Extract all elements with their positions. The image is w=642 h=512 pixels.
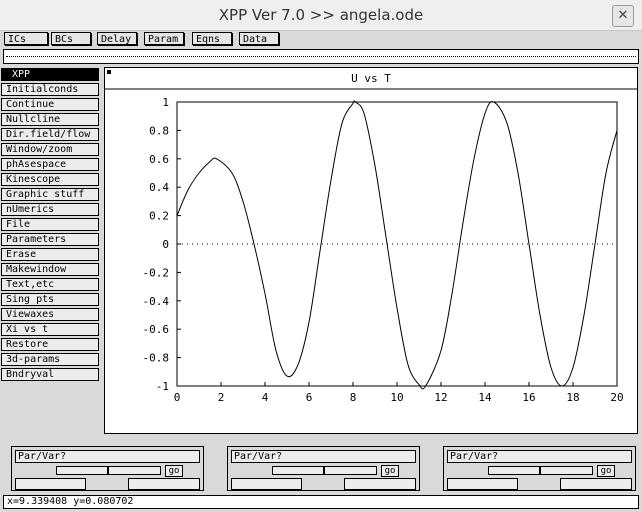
- y-tick-label: 0.8: [149, 124, 169, 137]
- slider-high-field[interactable]: [128, 478, 200, 490]
- command-input[interactable]: [3, 49, 639, 64]
- menu-item-graphic-stuff[interactable]: Graphic stuff: [1, 188, 99, 201]
- par-var-input[interactable]: Par/Var?: [15, 450, 200, 463]
- menu-item-bndryval[interactable]: Bndryval: [1, 368, 99, 381]
- x-tick-label: 2: [218, 391, 225, 404]
- series-line-u: [176, 100, 618, 390]
- menu-item-initialconds[interactable]: Initialconds: [1, 83, 99, 96]
- x-tick-label: 10: [390, 391, 403, 404]
- window-corner-marker: [107, 70, 111, 74]
- param-slider[interactable]: [488, 466, 593, 475]
- slider-low-field[interactable]: [447, 478, 518, 490]
- menu-item-continue[interactable]: Continue: [1, 98, 99, 111]
- graph-window[interactable]: U vs T 0 2 4 6 8 10 12 14 16 18 20 -1 -0.8 -0.6 -0.4 -0…: [104, 67, 638, 434]
- par-var-input[interactable]: Par/Var?: [231, 450, 416, 463]
- param-panel-2: Par/Var? go: [227, 446, 420, 491]
- param-panel-3: Par/Var? go: [443, 446, 636, 491]
- x-tick-label: 8: [350, 391, 357, 404]
- bcs-button[interactable]: BCs: [51, 32, 91, 45]
- go-button[interactable]: go: [165, 465, 183, 477]
- x-tick-label: 4: [262, 391, 269, 404]
- go-button[interactable]: go: [597, 465, 615, 477]
- slider-low-field[interactable]: [231, 478, 302, 490]
- y-tick-label: 1: [162, 96, 169, 109]
- menu-item-xi-vs-t[interactable]: Xi vs t: [1, 323, 99, 336]
- y-tick-label: -0.2: [143, 266, 170, 279]
- menu-item-3d-params[interactable]: 3d-params: [1, 353, 99, 366]
- axis-ticks: 0 2 4 6 8 10 12 14 16 18 20 -1 -0.8 -0.6 -0.4 -0.2 0 0.2 0…: [143, 96, 624, 404]
- menu-item-text-etc[interactable]: Text,etc: [1, 278, 99, 291]
- slider-knob[interactable]: [539, 467, 541, 474]
- menu-item-kinescope[interactable]: Kinescope: [1, 173, 99, 186]
- param-button[interactable]: Param: [144, 32, 184, 45]
- param-panel-1: Par/Var? go: [11, 446, 204, 491]
- data-button[interactable]: Data: [239, 32, 279, 45]
- window-titlebar: XPP Ver 7.0 >> angela.ode ✕: [0, 0, 642, 31]
- menu-header: XPP: [1, 68, 99, 81]
- menu-item-makewindow[interactable]: Makewindow: [1, 263, 99, 276]
- y-tick-label: -0.4: [143, 295, 170, 308]
- param-slider[interactable]: [272, 466, 377, 475]
- menu-item-restore[interactable]: Restore: [1, 338, 99, 351]
- delay-button[interactable]: Delay: [97, 32, 137, 45]
- param-slider[interactable]: [56, 466, 161, 475]
- x-tick-label: 14: [478, 391, 492, 404]
- command-divider: [6, 56, 636, 57]
- menu-item-window-zoom[interactable]: Window/zoom: [1, 143, 99, 156]
- slider-high-field[interactable]: [344, 478, 416, 490]
- menu-item-parameters[interactable]: Parameters: [1, 233, 99, 246]
- chart-svg: U vs T 0 2 4 6 8 10 12 14 16 18 20-1-0.8-0.6-0.4-0…: [105, 70, 637, 404]
- ics-button[interactable]: ICs: [4, 32, 48, 45]
- menu-item-sing-pts[interactable]: Sing pts: [1, 293, 99, 306]
- main-menu: XPP Initialconds Continue Nullcline Dir.…: [1, 68, 99, 383]
- y-tick-label: -0.6: [143, 323, 170, 336]
- y-tick-label: 0.4: [149, 181, 169, 194]
- window-title: XPP Ver 7.0 >> angela.ode: [218, 6, 424, 24]
- close-icon[interactable]: ✕: [612, 5, 634, 27]
- menu-item-viewaxes[interactable]: Viewaxes: [1, 308, 99, 321]
- slider-knob[interactable]: [323, 467, 325, 474]
- y-tick-label: 0: [162, 238, 169, 251]
- y-tick-label: 0.2: [149, 210, 169, 223]
- y-tick-label: -0.8: [143, 352, 170, 365]
- menu-item-erase[interactable]: Erase: [1, 248, 99, 261]
- y-tick-label: -1: [156, 380, 169, 393]
- status-bar: x=9.339408 y=0.080702: [3, 495, 639, 509]
- x-tick-label: 12: [434, 391, 447, 404]
- x-tick-label: 20: [610, 391, 623, 404]
- menu-item-file[interactable]: File: [1, 218, 99, 231]
- x-tick-label: 0: [174, 391, 181, 404]
- menu-item-dirfield[interactable]: Dir.field/flow: [1, 128, 99, 141]
- menu-item-phasespace[interactable]: phAsespace: [1, 158, 99, 171]
- slider-high-field[interactable]: [560, 478, 632, 490]
- menu-item-nullcline[interactable]: Nullcline: [1, 113, 99, 126]
- x-tick-label: 6: [306, 391, 313, 404]
- chart-title: U vs T: [351, 72, 391, 85]
- par-var-input[interactable]: Par/Var?: [447, 450, 632, 463]
- menu-item-numerics[interactable]: nUmerics: [1, 203, 99, 216]
- x-tick-label: 18: [566, 391, 579, 404]
- x-tick-label: 16: [522, 391, 535, 404]
- eqns-button[interactable]: Eqns: [192, 32, 232, 45]
- slider-knob[interactable]: [107, 467, 109, 474]
- slider-low-field[interactable]: [15, 478, 86, 490]
- go-button[interactable]: go: [381, 465, 399, 477]
- y-tick-label: 0.6: [149, 153, 169, 166]
